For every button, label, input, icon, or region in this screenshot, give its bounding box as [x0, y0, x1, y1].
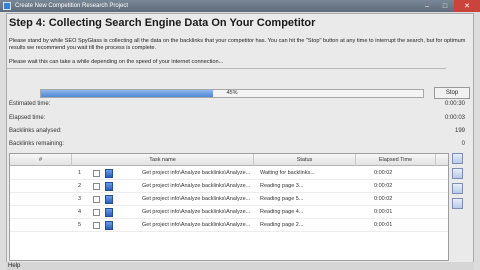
table-row[interactable]: 3 Get project info\Analyze backlinks\Ana… — [10, 193, 448, 206]
document-icon — [105, 182, 113, 191]
document-icon — [105, 221, 113, 230]
table-row[interactable]: 5 Get project info\Analyze backlinks\Ana… — [10, 219, 448, 232]
row-checkbox[interactable] — [93, 222, 100, 229]
table-row[interactable]: 1 Get project info\Analyze backlinks\Ana… — [10, 167, 448, 180]
progress-label: 45% — [226, 90, 238, 96]
row-number: 2 — [78, 183, 82, 189]
task-table-header: # Task name Status Elapsed Time — [10, 154, 448, 166]
row-elapsed-time: 0:00:01 — [374, 222, 393, 228]
export-icon[interactable] — [452, 198, 463, 209]
backlinks-remaining-value: 0 — [461, 141, 465, 147]
filter-icon[interactable] — [452, 168, 463, 179]
table-row[interactable]: 4 Get project info\Analyze backlinks\Ana… — [10, 206, 448, 219]
maximize-button[interactable]: □ — [436, 0, 454, 12]
document-icon — [105, 169, 113, 178]
row-task-name: Get project info\Analyze backlinks\Analy… — [142, 170, 251, 176]
row-task-name: Get project info\Analyze backlinks\Analy… — [142, 196, 251, 202]
row-task-name: Get project info\Analyze backlinks\Analy… — [142, 222, 251, 228]
elapsed-time-label: Elapsed time: — [9, 115, 46, 121]
row-number: 5 — [78, 222, 82, 228]
row-elapsed-time: 0:00:02 — [374, 170, 393, 176]
help-button[interactable]: Help — [8, 263, 20, 269]
app-icon — [3, 2, 11, 10]
column-header-task-name[interactable]: Task name — [72, 154, 254, 166]
step-description: Please stand by while SEO SpyGlass is co… — [9, 38, 466, 51]
column-header-status[interactable]: Status — [254, 154, 356, 166]
document-icon — [105, 208, 113, 217]
row-task-name: Get project info\Analyze backlinks\Analy… — [142, 209, 251, 215]
elapsed-time-value: 0:00:03 — [444, 115, 465, 121]
minimize-button[interactable]: – — [418, 0, 436, 12]
task-table: # Task name Status Elapsed Time 1 Get pr… — [9, 153, 449, 261]
document-icon — [105, 195, 113, 204]
row-status: Reading page 4... — [260, 209, 304, 215]
close-button[interactable]: ✕ — [454, 0, 480, 12]
dialog-footer — [6, 262, 474, 270]
column-header-elapsed-time[interactable]: Elapsed Time — [356, 154, 436, 166]
wait-note: Please wait this can take a while depend… — [9, 59, 224, 65]
backlinks-remaining-label: Backlinks remaining: — [9, 141, 65, 147]
row-checkbox[interactable] — [93, 183, 100, 190]
row-number: 3 — [78, 196, 82, 202]
row-elapsed-time: 0:00:02 — [374, 196, 393, 202]
settings-icon[interactable] — [452, 183, 463, 194]
row-status: Reading page 2... — [260, 222, 304, 228]
estimated-time-label: Estimated time: — [9, 101, 51, 107]
stop-button[interactable]: Stop — [434, 87, 470, 99]
estimated-time-value: 0:00:30 — [444, 101, 465, 107]
row-task-name: Get project info\Analyze backlinks\Analy… — [142, 183, 251, 189]
step-title: Step 4: Collecting Search Engine Data On… — [9, 17, 316, 29]
window-controls: – □ ✕ — [418, 0, 480, 12]
backlinks-analysed-value: 199 — [454, 128, 465, 134]
row-status: Reading page 3... — [260, 183, 304, 189]
window-titlebar: Create New Competition Research Project … — [0, 0, 480, 12]
row-status: Waiting for backlinks... — [260, 170, 315, 176]
row-checkbox[interactable] — [93, 170, 100, 177]
table-row[interactable]: 2 Get project info\Analyze backlinks\Ana… — [10, 180, 448, 193]
row-number: 4 — [78, 209, 82, 215]
row-number: 1 — [78, 170, 82, 176]
row-checkbox[interactable] — [93, 196, 100, 203]
row-checkbox[interactable] — [93, 209, 100, 216]
backlinks-analysed-label: Backlinks analysed: — [9, 128, 62, 134]
row-status: Reading page 5... — [260, 196, 304, 202]
window-title: Create New Competition Research Project — [15, 3, 129, 9]
grid-view-icon[interactable] — [452, 153, 463, 164]
row-elapsed-time: 0:00:02 — [374, 183, 393, 189]
table-side-toolbar — [452, 153, 466, 233]
divider — [6, 68, 446, 69]
progress-bar: 45% — [40, 89, 424, 98]
column-header-number[interactable]: # — [10, 154, 72, 166]
row-elapsed-time: 0:00:01 — [374, 209, 393, 215]
